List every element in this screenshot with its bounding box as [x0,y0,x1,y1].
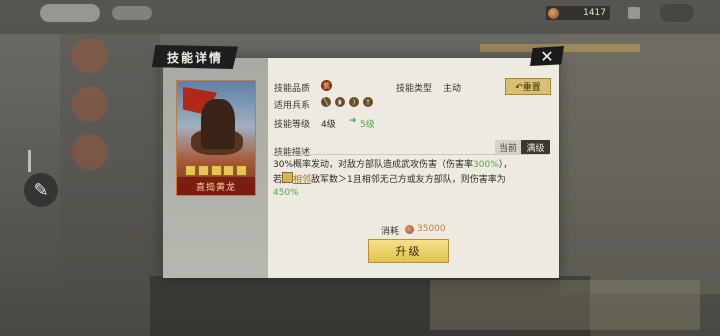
cost-value: 35000 [417,224,446,234]
neighbor-term[interactable]: 相邻 [293,175,311,185]
reset-button[interactable]: ↶重置 [505,78,551,95]
skill-card: 直捣黄龙 [176,80,256,196]
desc-text: 敌军数＞1且相邻无己方或友方部队，则伤害率为 [311,175,506,185]
troops-label: 适用兵系 [274,101,311,111]
close-icon: ✕ [540,46,554,66]
card-cells [185,165,247,176]
card-cell [197,165,209,176]
edit-button[interactable]: ✎ [24,173,58,207]
bg-avatar-3 [72,134,108,170]
type-value: 主动 [443,84,462,94]
skill-description: 30%概率发动，对敌方部队造成武攻伤害（伤害率300%）， 若相邻敌军数＞1且相… [273,159,545,200]
level-value: 4级 [321,120,336,130]
bg-bottom-right [430,280,700,330]
damage-rate: 300% [473,160,499,170]
bow-icon: ) [349,97,359,107]
bg-avatar-1 [72,38,108,74]
top-bar [0,0,720,34]
desc-text: ）， [498,160,513,170]
top-close-button[interactable] [660,4,694,22]
card-cell [236,165,247,176]
coin-icon [548,7,559,19]
tab-current[interactable]: 当前 [495,140,521,154]
type-label: 技能类型 [396,84,433,94]
level-label: 技能等级 [274,120,311,130]
pencil-icon: ✎ [33,179,49,201]
next-level-value: 5级 [360,120,375,130]
card-name: 直捣黄龙 [177,177,255,195]
bg-right-panel [560,34,720,294]
top-tab-bg [112,6,152,20]
coin-icon [405,225,414,234]
card-cell [210,165,222,176]
back-button-bg [40,4,100,22]
side-handle [28,150,31,172]
modal-title: 技能详情 [152,45,238,69]
home-icon[interactable] [628,7,640,19]
desc-text: 30%概率发动，对敌方部队造成武攻伤害（伤害率 [273,160,474,170]
desc-text: 若 [273,175,283,185]
arrow-right-icon: ➜ [349,116,357,126]
shield-icon: ◗ [335,97,345,107]
card-cell [185,165,196,176]
close-button[interactable]: ✕ [530,46,564,66]
quality-label: 技能品质 [274,84,311,94]
currency-value: 1417 [583,8,606,18]
tab-max-level[interactable]: 满级 [521,140,550,154]
cost-label: 消耗 [381,227,400,237]
divider [272,154,548,155]
boosted-damage-rate: 450% [273,188,299,198]
quality-badge: 紫 [321,80,332,91]
card-rider [201,99,235,149]
currency-display: 1417 [546,6,610,20]
desc-label: 技能描述 [274,148,311,158]
bg-avatar-2 [72,86,108,122]
grid-icon [282,172,294,183]
spear-icon: ╲ [321,97,331,107]
card-cell [223,165,235,176]
sword-icon: † [363,97,373,107]
upgrade-button[interactable]: 升级 [368,239,449,263]
